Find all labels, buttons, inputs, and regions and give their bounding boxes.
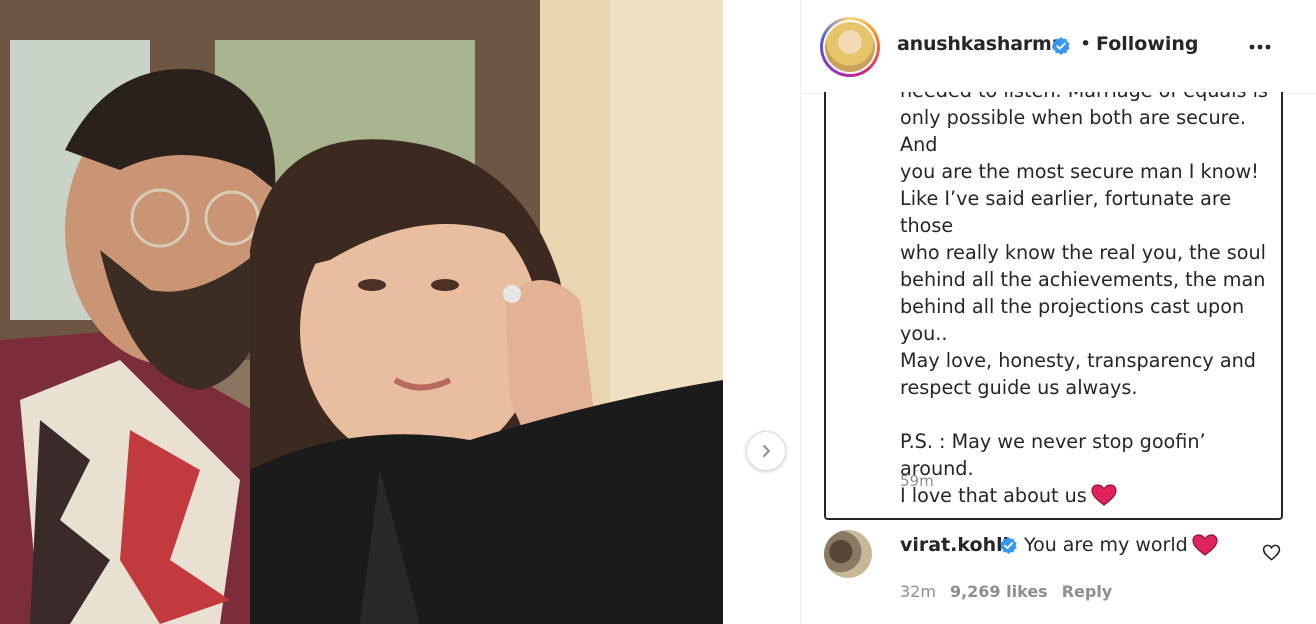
photo-illustration [0, 0, 723, 624]
author-username[interactable]: anushkasharma [897, 33, 1064, 55]
caption-text: needed to listen. Marriage of equals is … [900, 92, 1272, 509]
verified-badge-icon [1000, 536, 1017, 555]
comment-timestamp[interactable]: 32m [900, 582, 936, 601]
more-horizontal-icon[interactable] [1247, 36, 1273, 58]
commenter-avatar[interactable] [824, 530, 872, 578]
author-avatar-image [825, 22, 875, 72]
author-avatar[interactable] [820, 17, 880, 77]
reply-button[interactable]: Reply [1062, 582, 1113, 601]
comment-likes-count[interactable]: 9,269 likes [950, 582, 1048, 601]
verified-badge-icon [1052, 37, 1070, 55]
photo-gutter [723, 0, 801, 624]
red-heart-emoji [1192, 534, 1218, 556]
caption-container: needed to listen. Marriage of equals is … [824, 92, 1283, 520]
chevron-right-icon [763, 445, 770, 457]
red-heart-emoji [1091, 484, 1117, 506]
comment-username[interactable]: virat.kohli [900, 534, 1009, 556]
caption-timestamp[interactable]: 59m [900, 472, 934, 490]
post-photo[interactable] [0, 0, 723, 624]
like-heart-icon[interactable] [1262, 543, 1281, 562]
comment-meta: 32m 9,269 likes Reply [900, 582, 1126, 601]
header-separator: • [1080, 33, 1092, 55]
following-button[interactable]: Following [1096, 33, 1199, 55]
next-slide-button[interactable] [746, 431, 786, 471]
comment-text: You are my world [1024, 534, 1188, 556]
post-header: anushkasharma • Following [801, 0, 1316, 94]
post-details-panel: anushkasharma • Following needed to list… [801, 0, 1316, 624]
caption-body: needed to listen. Marriage of equals is … [900, 92, 1268, 507]
